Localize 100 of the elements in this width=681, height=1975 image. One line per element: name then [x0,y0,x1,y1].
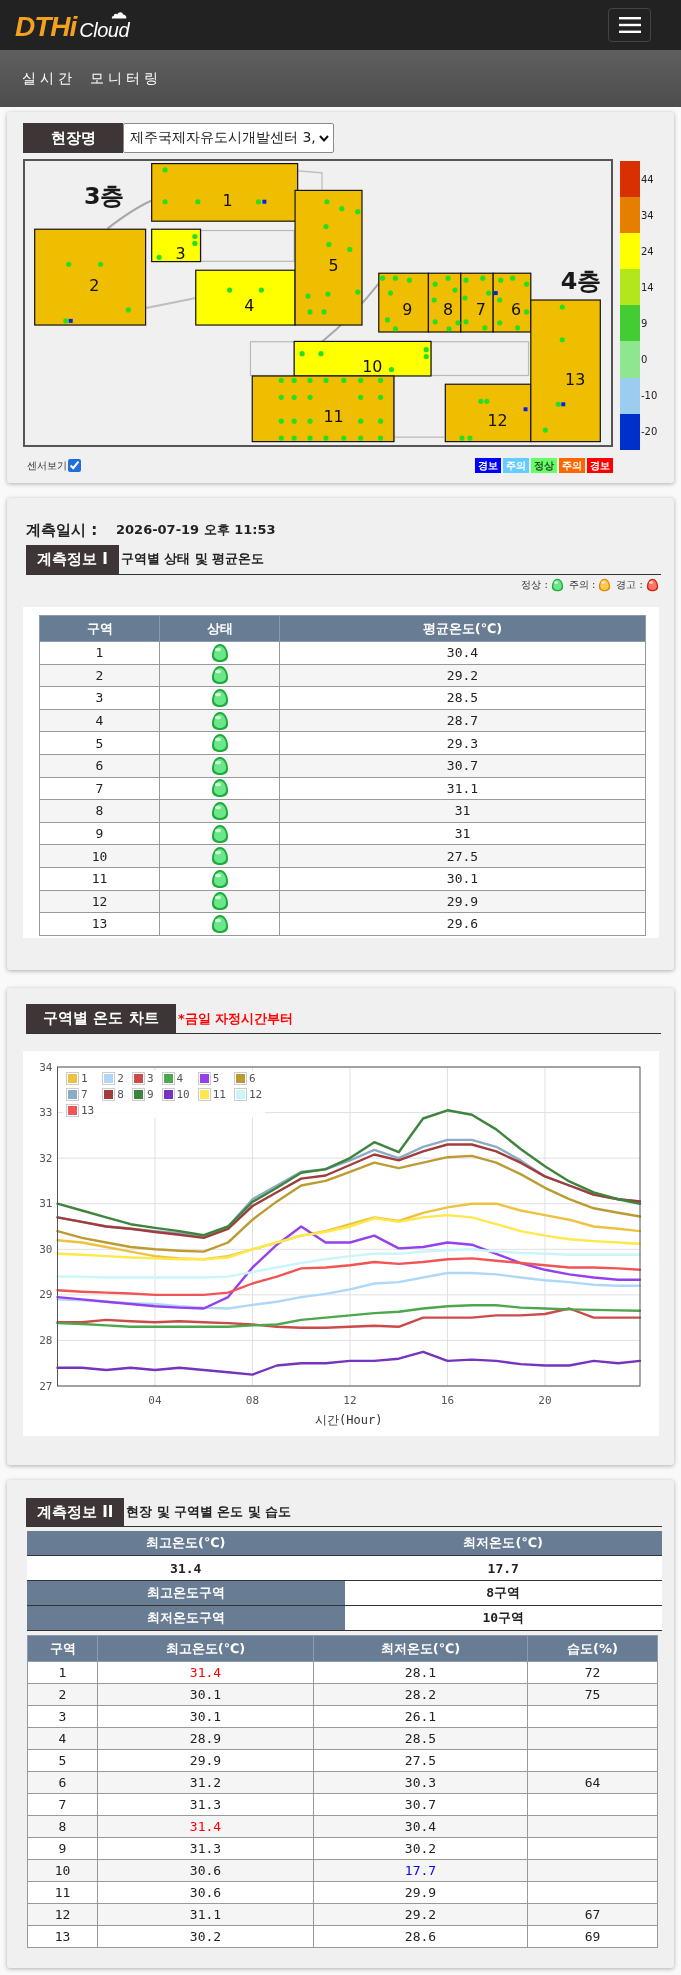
sensor-icon [482,325,488,331]
y-tick-label: 30 [39,1242,53,1256]
zone-area[interactable] [460,272,494,333]
zone-number: 3 [175,244,186,264]
table-header: 습도(%) [527,1635,658,1662]
logo-brand: DTHi [15,12,77,41]
zone-number: 1 [222,191,233,211]
zone-area[interactable] [251,375,395,443]
zone-area[interactable] [34,228,147,326]
table-cell: 6 [39,754,160,778]
sensor-checkbox[interactable] [68,459,81,473]
table-cell: 28.5 [313,1727,528,1750]
y-tick-label: 32 [39,1151,53,1165]
zone-area[interactable] [151,163,299,222]
table-header: 최저온도구역 [27,1605,345,1631]
table-cell: 9 [39,822,160,845]
color-scale-label: 9 [641,317,648,329]
color-scale-label: 0 [641,354,648,365]
zone-number: 5 [328,255,339,275]
table-header: 최고온도(℃) [27,1531,345,1556]
table-cell: 30.1 [279,867,646,891]
sensor-icon [255,199,261,205]
site-select[interactable]: 제주국제자유도시개발센터 3, [123,123,334,153]
zone-area[interactable] [444,383,532,443]
zone-area[interactable] [530,299,601,443]
legend-label: 11 [212,1088,226,1101]
sensor-icon [125,307,131,313]
sensor-icon [323,223,329,230]
x-axis-label: 시간(Hour) [315,1413,383,1427]
section-title: 구역별 온도 차트 [26,1004,176,1033]
table-cell: 31 [279,822,646,845]
table-cell: 11 [27,1881,98,1904]
table-cell: 3 [39,686,160,710]
table-cell: 30.2 [97,1925,314,1948]
zone-number: 13 [565,369,586,389]
table-cell: 5 [39,731,160,755]
table-cell: 13 [39,912,160,936]
zone-area[interactable] [293,340,432,377]
table-cell: 2 [39,664,160,687]
table-header: 상태 [159,615,280,642]
sensor-icon [358,394,364,400]
color-scale-label: -10 [641,390,658,402]
table-cell: 1 [27,1661,98,1684]
sensor-icon [307,435,313,441]
table-cell: 11 [39,867,160,891]
table-cell: 7 [39,777,160,800]
color-scale-label: 44 [641,173,654,185]
sensor-icon [358,418,364,424]
sensor-icon [523,309,530,315]
table-cell: 67 [527,1903,658,1926]
legend-label: 7 [81,1088,88,1101]
status-icon [210,823,229,844]
sensor-toggle-label: 센서보기 [27,458,67,473]
zone-area[interactable] [427,272,462,333]
table-cell: 28.6 [313,1925,528,1948]
table-cell: 29.6 [279,912,646,936]
color-scale-label: 14 [641,281,654,293]
legend-label: 3 [146,1072,154,1085]
section-title: 계측정보 II [26,1498,125,1526]
level-legend-tag: 주의 [559,457,585,473]
section-title: 계측정보 I [26,545,119,574]
zone-area[interactable] [378,272,429,333]
legend-label: 13 [81,1104,95,1117]
table-header: 최저온도(℃) [344,1531,662,1556]
table-cell: 30.1 [97,1705,314,1728]
zone-number: 7 [475,300,486,320]
menu-button[interactable] [608,8,651,42]
zone-area[interactable] [492,272,532,333]
table-cell: 31.4 [27,1555,345,1581]
legend-label: 2 [117,1072,124,1085]
y-tick-label: 34 [39,1060,53,1074]
sensor-icon [63,318,69,324]
table-cell: 28.2 [313,1683,528,1706]
level-legend-tag: 정상 [531,457,557,473]
table-cell: 28.7 [279,709,646,732]
zone-number: 12 [487,411,508,431]
table-cell: 13 [27,1925,98,1948]
table-cell: 31.3 [97,1793,314,1816]
zone-area[interactable] [151,228,202,263]
x-tick-label: 04 [148,1393,162,1407]
sensor-icon [66,261,72,267]
zone-area[interactable] [195,269,296,326]
sensor-icon [341,435,347,441]
table-cell: 29.2 [279,664,646,687]
sensor-icon [341,377,347,384]
legend-label: 4 [176,1072,184,1085]
sensor-icon [378,435,384,441]
table-cell: 64 [527,1771,658,1794]
table-cell: 28.9 [97,1727,314,1750]
legend-label: 5 [212,1072,220,1085]
zone-number: 10 [362,356,383,376]
table-cell: 10 [27,1859,98,1882]
section-subtitle: 구역별 상태 및 평균온도 [119,551,264,568]
zone-number: 8 [443,300,454,320]
table-cell: 8 [27,1815,98,1838]
sensor-icon [378,394,384,400]
sensor-icon [323,377,329,384]
site-label: 현장명 [23,123,123,153]
table-cell: 75 [527,1683,658,1706]
table-cell: 3 [27,1705,98,1728]
